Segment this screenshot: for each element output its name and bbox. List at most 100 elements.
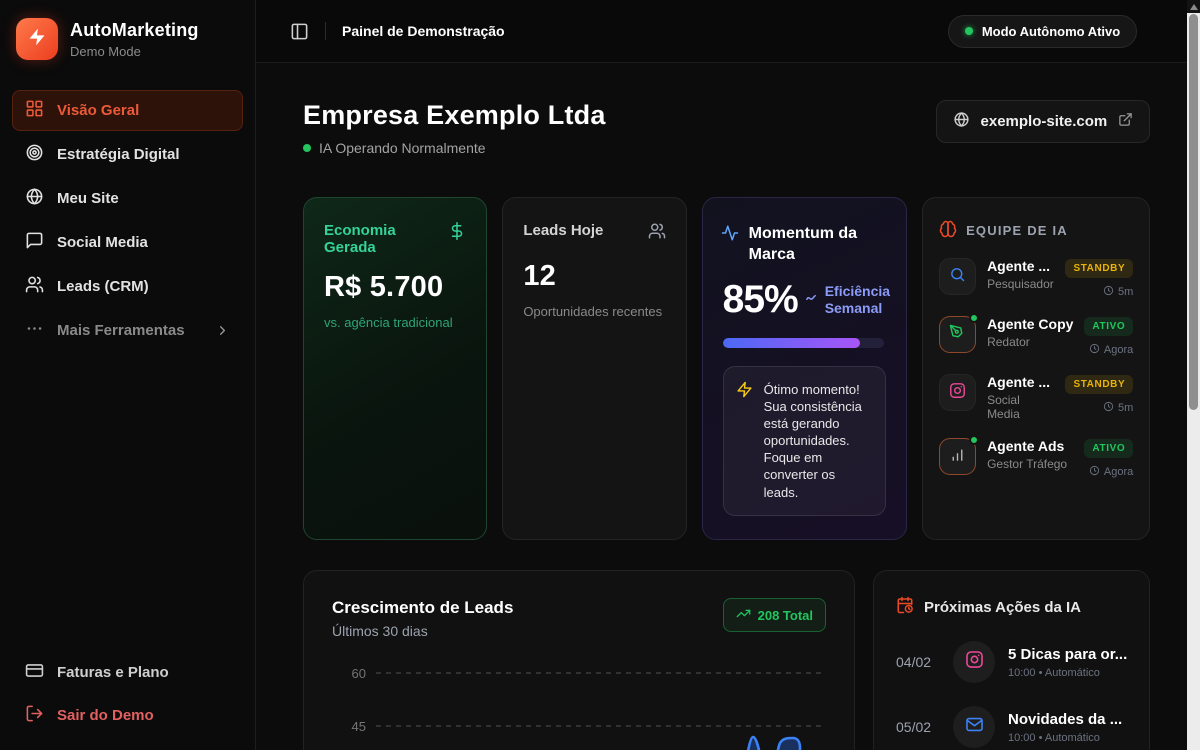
ellipsis-icon xyxy=(25,319,44,342)
external-link-icon xyxy=(1118,112,1133,131)
economy-value: R$ 5.700 xyxy=(324,271,466,304)
sidebar-item-label: Faturas e Plano xyxy=(57,664,169,681)
sidebar-item-sair-demo[interactable]: Sair do Demo xyxy=(12,695,243,736)
sidebar-item-leads-crm[interactable]: Leads (CRM) xyxy=(12,266,243,307)
globe-icon xyxy=(953,111,970,132)
dashboard-grid-icon xyxy=(25,99,44,122)
green-status-dot xyxy=(965,27,973,35)
chart-title: Crescimento de Leads xyxy=(332,598,513,618)
chevron-right-icon xyxy=(215,323,230,338)
topbar-divider xyxy=(325,22,326,40)
sidebar-item-label: Sair do Demo xyxy=(57,707,154,724)
topbar-title: Painel de Demonstração xyxy=(342,23,505,39)
page-content: Empresa Exemplo Ltda IA Operando Normalm… xyxy=(256,63,1200,750)
logout-icon xyxy=(25,704,44,727)
site-link-label: exemplo-site.com xyxy=(981,113,1108,130)
momentum-tip-text: Ótimo momento! Sua consistência está ger… xyxy=(764,381,873,501)
brand-logo xyxy=(16,18,58,60)
momentum-card: Momentum da Marca 85% Eficiência Semanal xyxy=(702,197,907,540)
agent-role: Pesquisador xyxy=(987,277,1054,291)
leads-note: Oportunidades recentes xyxy=(523,304,665,319)
momentum-value: 85% xyxy=(723,278,798,322)
next-actions-card: Próximas Ações da IA 04/02 5 Dicas para … xyxy=(873,570,1150,750)
clock-icon xyxy=(1103,285,1114,299)
agent-name: Agente ... xyxy=(987,374,1054,390)
agent-name: Agente Ads xyxy=(987,438,1073,454)
agent-row-ads[interactable]: Agente Ads Gestor Tráfego ATIVO Agora xyxy=(939,438,1133,479)
agent-role: Social Media xyxy=(987,393,1054,421)
economy-card: Economia Gerada R$ 5.700 vs. agência tra… xyxy=(303,197,487,540)
app-window: AutoMarketing Demo Mode Visão Geral Estr… xyxy=(0,0,1200,750)
sidebar-toggle-icon[interactable] xyxy=(290,22,309,41)
action-row-2[interactable]: 05/02 Novidades da ... 10:00 • Automátic… xyxy=(896,706,1127,748)
scrollbar-thumb[interactable] xyxy=(1189,14,1198,410)
autonomous-mode-pill[interactable]: Modo Autônomo Ativo xyxy=(948,15,1137,48)
vertical-scrollbar[interactable] xyxy=(1187,0,1200,750)
status-badge: STANDBY xyxy=(1065,375,1133,394)
scrollbar-up-button[interactable] xyxy=(1187,0,1200,13)
y-tick-60: 60 xyxy=(352,666,366,681)
economy-note: vs. agência tradicional xyxy=(324,315,466,330)
sidebar: AutoMarketing Demo Mode Visão Geral Estr… xyxy=(0,0,256,750)
total-leads-label: 208 Total xyxy=(758,608,813,623)
sidebar-item-estrategia-digital[interactable]: Estratégia Digital xyxy=(12,134,243,175)
calendar-clock-icon xyxy=(896,596,914,618)
momentum-title: Momentum da Marca xyxy=(749,224,884,266)
chart-subtitle: Últimos 30 dias xyxy=(332,623,513,639)
scrollbar-down-button[interactable] xyxy=(1187,737,1200,750)
sidebar-item-visao-geral[interactable]: Visão Geral xyxy=(12,90,243,131)
site-link-button[interactable]: exemplo-site.com xyxy=(936,100,1151,143)
agent-time-label: 5m xyxy=(1118,286,1133,298)
action-row-1[interactable]: 04/02 5 Dicas para or... 10:00 • Automát… xyxy=(896,641,1127,683)
agent-row-social[interactable]: Agente ... Social Media STANDBY 5m xyxy=(939,374,1133,421)
status-badge: STANDBY xyxy=(1065,259,1133,278)
momentum-progress-track xyxy=(723,338,884,348)
instagram-icon xyxy=(949,382,966,404)
autonomous-mode-label: Modo Autônomo Ativo xyxy=(982,24,1120,39)
ai-team-title: EQUIPE DE IA xyxy=(966,223,1068,238)
search-icon xyxy=(949,266,966,288)
action-meta: 10:00 • Automático xyxy=(1008,667,1127,679)
credit-card-icon xyxy=(25,661,44,684)
action-title: 5 Dicas para or... xyxy=(1008,646,1127,663)
triangle-up-icon xyxy=(1190,4,1198,10)
status-badge: ATIVO xyxy=(1084,439,1133,458)
sidebar-item-label: Meu Site xyxy=(57,190,119,207)
sidebar-item-label: Social Media xyxy=(57,234,148,251)
momentum-progress-fill xyxy=(723,338,860,348)
ai-status: IA Operando Normalmente xyxy=(303,140,606,156)
efficiency-label-1: Eficiência xyxy=(825,283,890,300)
agent-row-pesquisador[interactable]: Agente ... Pesquisador STANDBY 5m xyxy=(939,258,1133,299)
brand-mode: Demo Mode xyxy=(70,44,199,59)
efficiency-label-2: Semanal xyxy=(825,300,890,317)
sidebar-item-social-media[interactable]: Social Media xyxy=(12,222,243,263)
instagram-icon xyxy=(965,650,984,674)
ai-team-card: EQUIPE DE IA Agente ... Pesquisador xyxy=(922,197,1150,540)
agent-name: Agente ... xyxy=(987,258,1054,274)
trending-up-icon xyxy=(736,606,751,624)
agent-role: Redator xyxy=(987,335,1073,349)
sidebar-item-faturas-plano[interactable]: Faturas e Plano xyxy=(12,652,243,693)
action-date: 05/02 xyxy=(896,719,940,735)
status-badge: ATIVO xyxy=(1084,317,1133,336)
pen-icon xyxy=(949,324,966,346)
sidebar-item-mais-ferramentas[interactable]: Mais Ferramentas xyxy=(12,310,243,351)
brand-name: AutoMarketing xyxy=(70,20,199,41)
agent-role: Gestor Tráfego xyxy=(987,457,1073,471)
leads-line-chart: 60 45 xyxy=(332,655,826,750)
zap-icon xyxy=(736,381,753,501)
total-leads-badge: 208 Total xyxy=(723,598,826,632)
page-title: Empresa Exemplo Ltda xyxy=(303,100,606,131)
clock-icon xyxy=(1089,465,1100,479)
online-dot xyxy=(969,313,979,323)
clock-icon xyxy=(1103,401,1114,415)
sidebar-nav: Visão Geral Estratégia Digital Meu Site … xyxy=(0,90,255,351)
action-date: 04/02 xyxy=(896,654,940,670)
users-icon xyxy=(648,222,666,245)
leads-title: Leads Hoje xyxy=(523,222,603,239)
agent-row-copy[interactable]: Agente Copy Redator ATIVO Agora xyxy=(939,316,1133,357)
sidebar-item-label: Visão Geral xyxy=(57,102,139,119)
sidebar-item-meu-site[interactable]: Meu Site xyxy=(12,178,243,219)
mail-icon xyxy=(965,715,984,739)
online-dot xyxy=(969,435,979,445)
